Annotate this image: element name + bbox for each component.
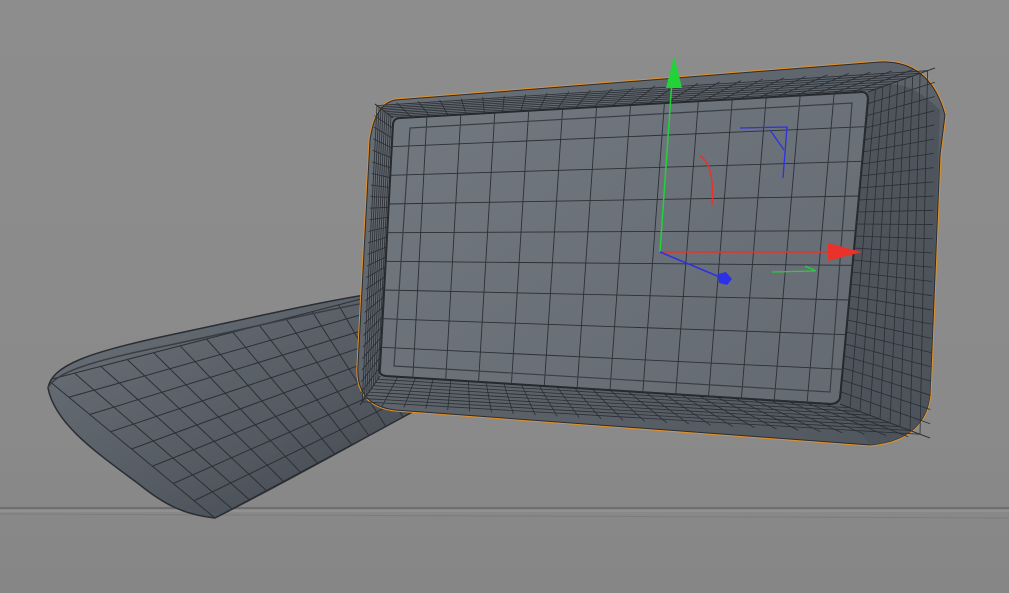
mirror-housing-object[interactable] [356,60,947,447]
gizmo-y-arrow-handle[interactable] [666,56,682,88]
scene-canvas[interactable] [0,0,1009,593]
3d-viewport[interactable] [0,0,1009,593]
ground-plane [0,507,1009,519]
